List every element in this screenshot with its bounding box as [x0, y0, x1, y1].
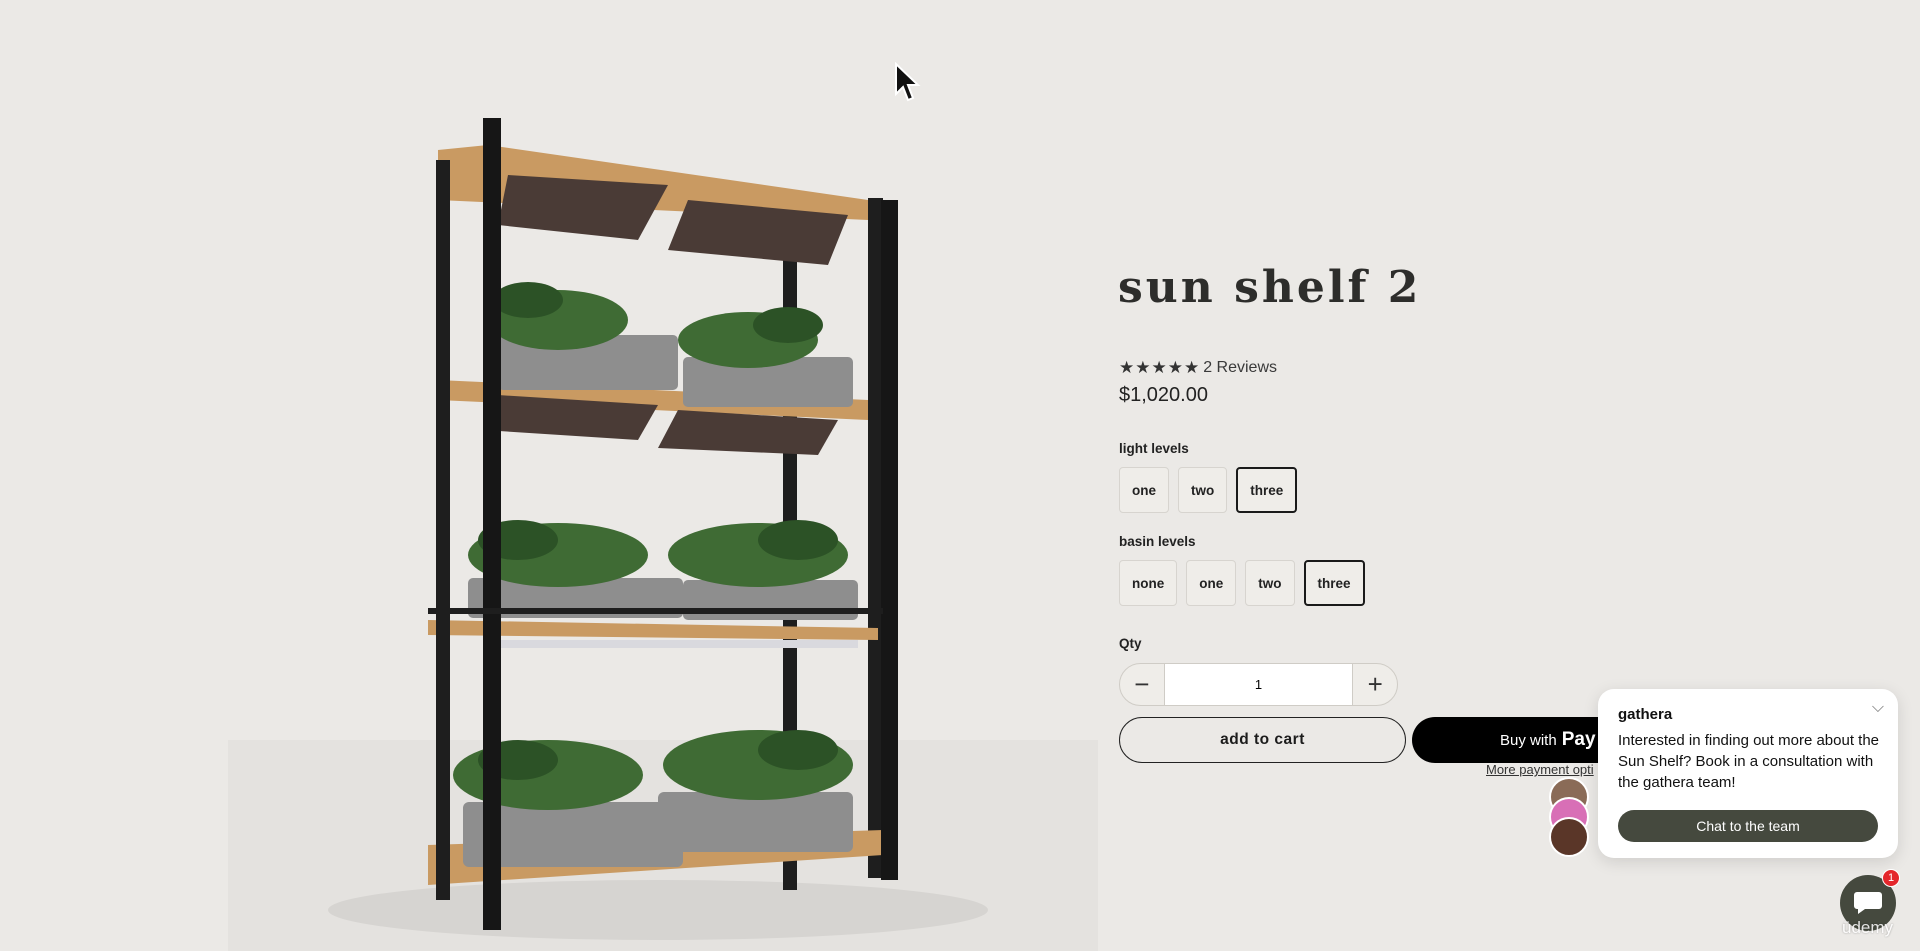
chat-brand-name: gathera: [1618, 706, 1673, 723]
qty-input[interactable]: [1163, 664, 1354, 705]
product-image: [228, 0, 1098, 951]
chat-popup: ⌵ gathera Interested in finding out more…: [1598, 689, 1898, 858]
sun-shelf-illustration: [228, 118, 1098, 951]
quantity-stepper: − +: [1119, 663, 1398, 706]
light-level-option-one[interactable]: one: [1119, 467, 1170, 513]
basin-level-option-three[interactable]: three: [1303, 560, 1365, 606]
light-levels-options: one two three: [1119, 467, 1298, 513]
rating-stars-icon: ★★★★★: [1119, 358, 1201, 377]
more-payment-options-link[interactable]: More payment opti: [1486, 762, 1594, 777]
product-title: sun shelf 2: [1118, 262, 1422, 313]
chat-message: Interested in finding out more about the…: [1618, 732, 1880, 791]
chat-minimize-icon[interactable]: ⌵: [1872, 699, 1884, 717]
basin-levels-options: none one two three: [1119, 560, 1365, 606]
light-level-option-two[interactable]: two: [1178, 467, 1228, 513]
basin-levels-label: basin levels: [1119, 534, 1196, 549]
udemy-watermark: ūdemy: [1842, 918, 1894, 937]
mouse-cursor-icon: [895, 62, 921, 102]
basin-level-option-one[interactable]: one: [1186, 560, 1237, 606]
unread-badge: 1: [1882, 869, 1900, 887]
basin-level-option-none[interactable]: none: [1119, 560, 1178, 606]
chat-team-avatars: [1549, 777, 1593, 857]
basin-level-option-two[interactable]: two: [1245, 560, 1295, 606]
chat-to-team-button[interactable]: Chat to the team: [1618, 810, 1878, 842]
qty-decrease-button[interactable]: −: [1120, 664, 1164, 705]
chat-bubble-icon: [1854, 892, 1882, 914]
avatar: [1549, 817, 1589, 857]
reviews-link[interactable]: 2 Reviews: [1203, 359, 1277, 377]
apple-pay-icon: Pay: [1561, 729, 1596, 750]
add-to-cart-button[interactable]: add to cart: [1119, 717, 1406, 763]
buy-with-label: Buy with: [1500, 731, 1557, 749]
light-level-option-three[interactable]: three: [1236, 467, 1298, 513]
qty-label: Qty: [1119, 636, 1142, 651]
light-levels-label: light levels: [1119, 441, 1189, 456]
qty-increase-button[interactable]: +: [1353, 664, 1397, 705]
product-rating[interactable]: ★★★★★ 2 Reviews: [1119, 358, 1277, 378]
product-price: $1,020.00: [1119, 384, 1208, 406]
